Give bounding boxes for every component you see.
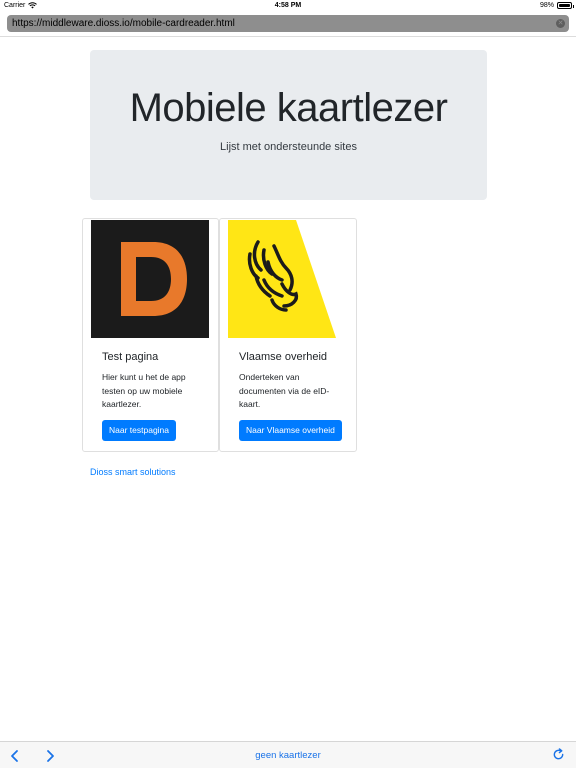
reader-status[interactable]: geen kaartlezer [0,750,576,761]
flemish-lion-icon [228,220,336,338]
clock: 4:58 PM [274,2,302,9]
toolbar-divider [0,36,576,37]
dioss-logo [91,220,209,338]
jumbotron: Mobiele kaartlezer Lijst met ondersteund… [90,50,487,200]
vlaamse-overheid-button[interactable]: Naar Vlaamse overheid [239,420,342,441]
battery-icon [557,2,574,9]
battery-percent: 98% [539,2,554,9]
battery-fill [559,4,570,7]
page-title: Mobiele kaartlezer [129,86,448,130]
battery-status: 98% [539,2,574,9]
page-lead: Lijst met ondersteunde sites [220,141,357,153]
address-bar[interactable]: https://middleware.dioss.io/mobile-cardr… [7,15,569,32]
card-title: Test pagina [102,351,159,363]
clear-icon[interactable]: ✕ [556,19,565,28]
url-text[interactable]: https://middleware.dioss.io/mobile-cardr… [12,17,235,30]
status-bar: Carrier 4:58 PM 98% [0,0,576,12]
card-text: Onderteken van documenten via de eID-kaa… [239,372,330,409]
dioss-link[interactable]: Dioss smart solutions [90,467,176,477]
vlaamse-overheid-logo [228,220,346,338]
card-test-page: Test pagina Hier kunt u het de app teste… [82,218,219,452]
bottom-toolbar: geen kaartlezer [0,741,576,768]
card-vlaamse-overheid: Vlaamse overheid Onderteken van document… [219,218,357,452]
card-title: Vlaamse overheid [239,351,328,363]
dioss-logo-icon [91,220,209,338]
test-page-button[interactable]: Naar testpagina [102,420,177,441]
reload-icon[interactable] [552,748,565,761]
card-text: Hier kunt u het de app testen op uw mobi… [102,372,186,409]
